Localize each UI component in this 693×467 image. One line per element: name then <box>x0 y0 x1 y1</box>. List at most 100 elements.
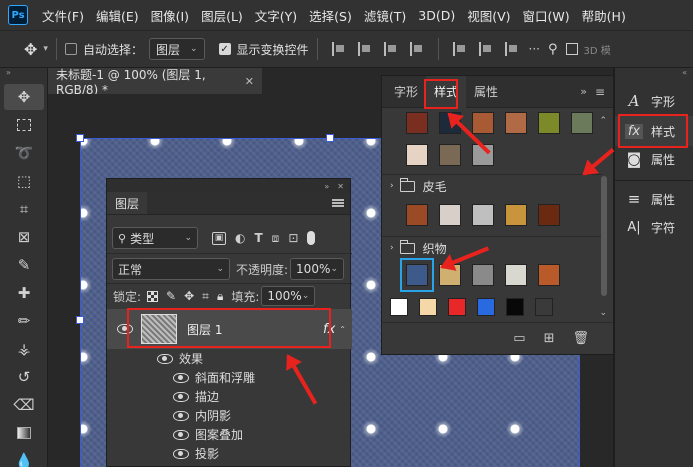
filter-pixel-icon[interactable]: ▣ <box>212 231 226 245</box>
style-swatch[interactable] <box>571 112 593 134</box>
menu-3d[interactable]: 3D(D) <box>412 8 461 23</box>
eye-icon[interactable] <box>173 448 189 459</box>
auto-select-dropdown[interactable]: 图层 ⌄ <box>148 38 205 60</box>
document-tab[interactable]: 未标题-1 @ 100% (图层 1, RGB/8) * ✕ <box>48 68 262 97</box>
close-icon[interactable]: ✕ <box>337 182 344 191</box>
filter-kind-dropdown[interactable]: ⚲ 类型 ⌄ <box>112 227 198 249</box>
menu-edit[interactable]: 编辑(E) <box>90 6 145 25</box>
transform-handle[interactable] <box>76 316 84 324</box>
filter-smart-object-icon[interactable]: ⊡ <box>288 231 298 245</box>
menu-layer[interactable]: 图层(L) <box>195 6 249 25</box>
eye-icon[interactable] <box>173 372 189 383</box>
style-swatch[interactable] <box>406 112 428 134</box>
blend-mode-dropdown[interactable]: 正常 ⌄ <box>112 258 230 280</box>
marquee-tool-icon[interactable] <box>4 112 44 138</box>
healing-brush-tool-icon[interactable]: ✚ <box>4 280 44 306</box>
menu-window[interactable]: 窗口(W) <box>517 6 576 25</box>
history-brush-tool-icon[interactable]: ↺ <box>4 364 44 390</box>
dock-item-properties[interactable]: ◙ 属性 <box>615 144 693 174</box>
style-swatch[interactable] <box>419 298 437 316</box>
menu-view[interactable]: 视图(V) <box>461 6 516 25</box>
style-swatch[interactable] <box>472 204 494 226</box>
menu-type[interactable]: 文字(Y) <box>249 6 303 25</box>
style-swatch[interactable] <box>472 264 494 286</box>
menu-image[interactable]: 图像(I) <box>145 6 195 25</box>
filter-adjustment-icon[interactable]: ◐ <box>235 231 245 245</box>
eye-icon[interactable] <box>173 410 189 421</box>
style-swatch[interactable] <box>538 112 560 134</box>
more-options-icon[interactable]: ··· <box>529 42 540 56</box>
tab-properties[interactable]: 属性 <box>466 76 506 108</box>
eye-icon[interactable] <box>157 353 173 364</box>
lock-transparency-icon[interactable] <box>147 290 159 302</box>
style-group-fur[interactable]: › 皮毛 <box>382 176 602 196</box>
workspace-icon[interactable] <box>565 43 578 55</box>
style-swatch[interactable] <box>477 298 495 316</box>
align-middle-icon[interactable] <box>478 42 493 56</box>
align-right-icon[interactable] <box>383 42 398 56</box>
filter-type-icon[interactable]: T <box>254 231 262 245</box>
transform-handle[interactable] <box>326 134 334 142</box>
eye-icon[interactable] <box>173 391 189 402</box>
distribute-icon[interactable] <box>409 42 424 56</box>
collapse-arrow-icon[interactable]: ⌃ <box>339 325 346 334</box>
scroll-down-icon[interactable]: ⌄ <box>599 308 607 318</box>
lasso-tool-icon[interactable]: ➰ <box>4 140 44 166</box>
style-group-fabric[interactable]: › 织物 <box>382 238 602 258</box>
quick-select-tool-icon[interactable]: ⬚ <box>4 168 44 194</box>
eraser-tool-icon[interactable]: ⌫ <box>4 392 44 418</box>
dock-item-glyphs[interactable]: A 字形 <box>615 86 693 116</box>
style-swatch[interactable] <box>538 204 560 226</box>
collapse-icon[interactable]: » <box>324 182 329 191</box>
eyedropper-tool-icon[interactable]: ✎ <box>4 252 44 278</box>
tab-layers[interactable]: 图层 <box>107 192 148 214</box>
style-swatch[interactable] <box>406 144 428 166</box>
auto-select-checkbox[interactable] <box>64 43 77 55</box>
style-swatch[interactable] <box>538 264 560 286</box>
chevron-right-icon[interactable]: › <box>390 243 394 253</box>
lock-pixels-icon[interactable]: ✎ <box>166 289 176 303</box>
style-swatch[interactable] <box>390 298 408 316</box>
mode-3d-label[interactable]: 3D 模 <box>584 42 611 57</box>
style-swatch[interactable] <box>505 204 527 226</box>
blur-tool-icon[interactable]: 💧 <box>4 448 44 467</box>
new-style-icon[interactable]: ⊞ <box>544 331 555 346</box>
effect-item[interactable]: 内阴影 <box>107 406 352 425</box>
brush-tool-icon[interactable]: ✏ <box>4 308 44 334</box>
lock-position-icon[interactable]: ✥ <box>184 289 194 303</box>
transform-handle[interactable] <box>76 134 84 142</box>
align-bottom-icon[interactable] <box>504 42 519 56</box>
show-transform-checkbox[interactable]: ✓ <box>218 43 231 55</box>
style-swatch[interactable] <box>506 298 524 316</box>
effects-row[interactable]: 效果 <box>107 349 352 368</box>
effect-item[interactable]: 斜面和浮雕 <box>107 368 352 387</box>
panel-menu-icon[interactable] <box>332 199 344 207</box>
gradient-tool-icon[interactable] <box>4 420 44 446</box>
fill-field[interactable]: 100% ⌄ <box>261 286 316 306</box>
frame-tool-icon[interactable]: ⊠ <box>4 224 44 250</box>
eye-icon[interactable] <box>173 429 189 440</box>
move-tool-icon[interactable]: ✥ <box>24 40 37 59</box>
menu-file[interactable]: 文件(F) <box>36 6 90 25</box>
style-swatch[interactable] <box>439 144 461 166</box>
effect-item[interactable]: 图案叠加 <box>107 425 352 444</box>
new-group-folder-icon[interactable]: ▭ <box>513 331 525 346</box>
style-swatch[interactable] <box>535 298 553 316</box>
panel-menu-icon[interactable]: ≡ <box>595 85 605 99</box>
close-icon[interactable]: ✕ <box>245 75 254 88</box>
align-center-icon[interactable] <box>357 42 372 56</box>
effect-item[interactable]: 投影 <box>107 444 352 463</box>
tab-glyphs[interactable]: 字形 <box>386 76 426 108</box>
dock-item-character[interactable]: A| 字符 <box>615 212 693 242</box>
scrollbar-thumb[interactable] <box>601 176 607 296</box>
lock-all-icon[interactable]: 🔒︎ <box>217 289 223 304</box>
style-swatch[interactable] <box>505 264 527 286</box>
style-swatch-selected[interactable] <box>400 258 434 292</box>
style-swatch[interactable] <box>406 204 428 226</box>
lock-artboard-icon[interactable]: ⌗ <box>202 289 209 304</box>
style-swatch[interactable] <box>505 112 527 134</box>
filter-toggle[interactable] <box>307 231 316 245</box>
style-swatch[interactable] <box>439 204 461 226</box>
style-swatch[interactable] <box>448 298 466 316</box>
dock-collapse-icon[interactable]: « <box>615 68 693 82</box>
